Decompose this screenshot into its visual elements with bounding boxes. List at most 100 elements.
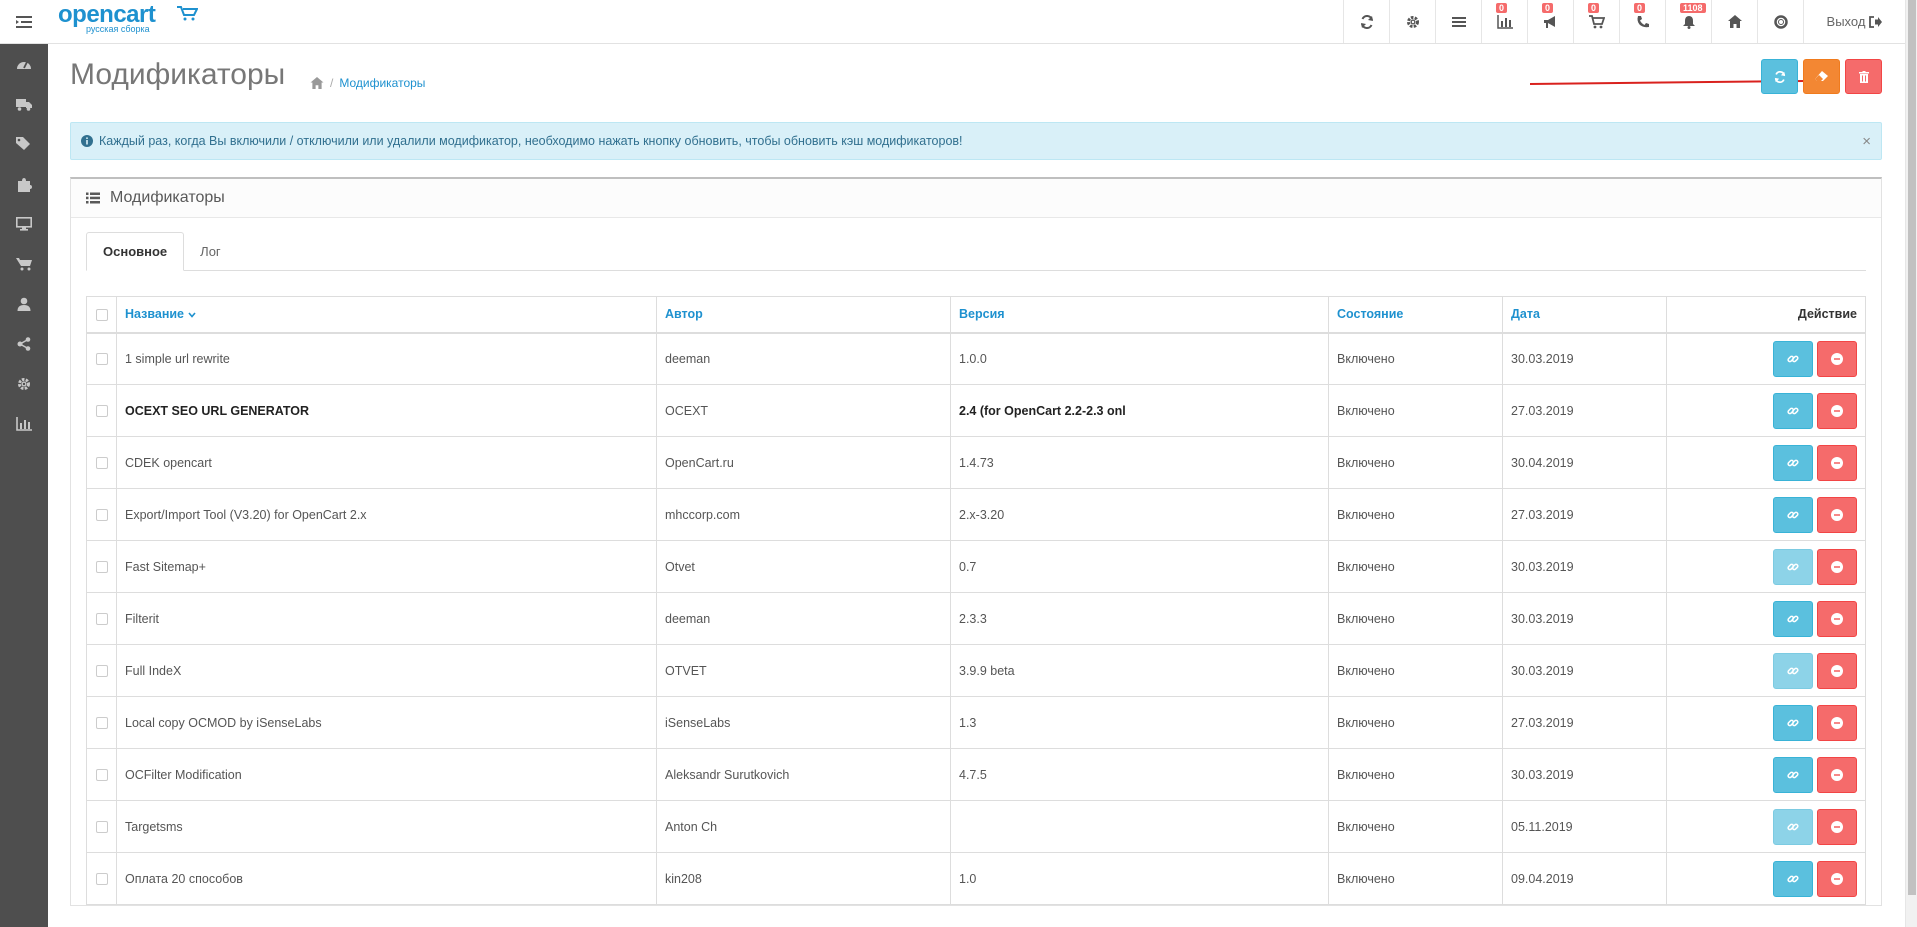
calls-nav-item[interactable]: 0 (1619, 0, 1665, 43)
panel-title: Модификаторы (110, 189, 225, 206)
enable-button[interactable] (1773, 444, 1813, 481)
row-checkbox[interactable] (95, 873, 108, 886)
enable-button[interactable] (1773, 600, 1813, 637)
marketing-nav-item[interactable]: 0 (1527, 0, 1573, 43)
enable-button[interactable] (1773, 808, 1813, 845)
enable-button[interactable] (1773, 860, 1813, 897)
refresh-nav-item[interactable] (1343, 0, 1389, 43)
scrollbar-thumb[interactable] (1908, 0, 1916, 895)
disable-button[interactable] (1817, 340, 1857, 377)
row-checkbox[interactable] (95, 457, 108, 470)
enable-button[interactable] (1773, 340, 1813, 377)
storefront-nav-item[interactable] (1711, 0, 1757, 43)
stack-nav-item[interactable] (1435, 0, 1481, 43)
row-checkbox[interactable] (95, 405, 108, 418)
disable-button[interactable] (1817, 600, 1857, 637)
row-checkbox[interactable] (95, 769, 108, 782)
opencart-logo[interactable]: opencart русская сборка (58, 3, 198, 34)
column-status[interactable]: Состояние (1328, 296, 1503, 334)
row-checkbox[interactable] (95, 665, 108, 678)
sidebar-item-marketing[interactable] (0, 324, 48, 364)
column-date-sort-link[interactable]: Дата (1511, 307, 1540, 321)
row-checkbox[interactable] (95, 717, 108, 730)
minus-circle-icon (1831, 404, 1843, 417)
row-checkbox[interactable] (95, 821, 108, 834)
breadcrumb-link-modifications[interactable]: Модификаторы (339, 76, 425, 90)
cell-version: 0.7 (950, 540, 1329, 593)
cell-version: 3.9.9 beta (950, 644, 1329, 697)
enable-button[interactable] (1773, 496, 1813, 533)
alert-text: Каждый раз, когда Вы включили / отключил… (99, 134, 963, 148)
disable-button[interactable] (1817, 548, 1857, 585)
desktop-icon (16, 217, 32, 231)
column-version[interactable]: Версия (950, 296, 1329, 334)
tab-bar: Основное Лог (86, 232, 1866, 271)
sidebar-item-system[interactable] (0, 364, 48, 404)
enable-button[interactable] (1773, 756, 1813, 793)
tab-log[interactable]: Лог (184, 232, 237, 271)
sidebar-item-design[interactable] (0, 204, 48, 244)
sidebar-item-extensions[interactable] (0, 164, 48, 204)
disable-button[interactable] (1817, 704, 1857, 741)
row-checkbox[interactable] (95, 509, 108, 522)
table-row: Export/Import Tool (V3.20) for OpenCart … (86, 488, 1866, 541)
reports-nav-item[interactable]: 0 (1481, 0, 1527, 43)
row-checkbox-cell (86, 384, 117, 437)
cell-status: Включено (1328, 748, 1503, 801)
modifications-panel: Модификаторы Основное Лог Название Автор (70, 177, 1882, 906)
column-name-sort-link[interactable]: Название (125, 307, 184, 321)
row-checkbox[interactable] (95, 561, 108, 574)
disable-button[interactable] (1817, 652, 1857, 689)
row-checkbox-cell (86, 592, 117, 645)
cell-name: OCEXT SEO URL GENERATOR (116, 384, 657, 437)
column-status-sort-link[interactable]: Состояние (1337, 307, 1403, 321)
sidebar-item-customers[interactable] (0, 284, 48, 324)
disable-button[interactable] (1817, 392, 1857, 429)
enable-button[interactable] (1773, 652, 1813, 689)
row-checkbox[interactable] (95, 353, 108, 366)
sidebar-item-reports[interactable] (0, 404, 48, 444)
column-version-sort-link[interactable]: Версия (959, 307, 1005, 321)
cell-author: OpenCart.ru (656, 436, 951, 489)
logout-link[interactable]: Выход (1803, 0, 1905, 43)
clear-button[interactable] (1803, 59, 1840, 94)
disable-button[interactable] (1817, 444, 1857, 481)
refresh-button[interactable] (1761, 59, 1798, 94)
delete-button[interactable] (1845, 59, 1882, 94)
sidebar-item-catalog[interactable] (0, 84, 48, 124)
notifications-nav-item[interactable]: 1108 (1665, 0, 1711, 43)
enable-button[interactable] (1773, 548, 1813, 585)
table-row: OCEXT SEO URL GENERATOR OCEXT 2.4 (for Ope… (86, 384, 1866, 437)
disable-button[interactable] (1817, 496, 1857, 533)
select-all-checkbox[interactable] (95, 308, 108, 321)
cell-author: mhccorp.com (656, 488, 951, 541)
disable-button[interactable] (1817, 808, 1857, 845)
cell-status: Включено (1328, 540, 1503, 593)
enable-button[interactable] (1773, 392, 1813, 429)
info-alert: Каждый раз, когда Вы включили / отключил… (70, 122, 1882, 160)
user-icon (17, 297, 31, 311)
menu-toggle-button[interactable] (0, 0, 48, 43)
page-scrollbar[interactable] (1905, 0, 1917, 927)
cell-name: Targetsms (116, 800, 657, 853)
sidebar-item-products[interactable] (0, 124, 48, 164)
help-nav-item[interactable] (1757, 0, 1803, 43)
column-author-sort-link[interactable]: Автор (665, 307, 703, 321)
sidebar-item-dashboard[interactable] (0, 44, 48, 84)
column-date[interactable]: Дата (1502, 296, 1667, 334)
header-actions (1761, 59, 1882, 94)
settings-nav-item[interactable] (1389, 0, 1435, 43)
disable-button[interactable] (1817, 756, 1857, 793)
alert-close-button[interactable]: × (1862, 133, 1871, 150)
cell-date: 27.03.2019 (1502, 384, 1667, 437)
disable-button[interactable] (1817, 860, 1857, 897)
tab-general[interactable]: Основное (86, 232, 185, 271)
column-name[interactable]: Название (116, 296, 657, 334)
breadcrumb-home-icon[interactable] (310, 77, 324, 89)
row-checkbox[interactable] (95, 613, 108, 626)
sidebar-item-sales[interactable] (0, 244, 48, 284)
orders-nav-item[interactable]: 0 (1573, 0, 1619, 43)
shopping-cart-icon (16, 258, 32, 271)
column-author[interactable]: Автор (656, 296, 951, 334)
enable-button[interactable] (1773, 704, 1813, 741)
